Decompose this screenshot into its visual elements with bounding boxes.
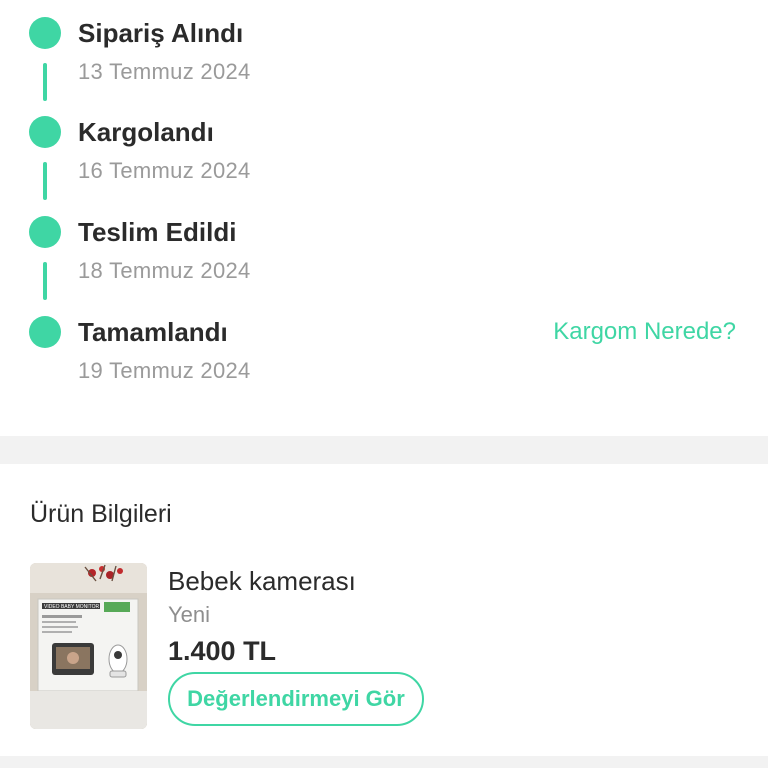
product-condition: Yeni: [168, 602, 211, 627]
track-shipment-link[interactable]: Kargom Nerede?: [553, 316, 736, 348]
product-name: Bebek kamerası: [168, 566, 356, 596]
product-section-title: Ürün Bilgileri: [30, 500, 172, 528]
status-date-ordered: 13 Temmuz 2024: [78, 59, 251, 84]
status-title-ordered: Sipariş Alındı: [78, 18, 244, 48]
status-date-completed: 19 Temmuz 2024: [78, 358, 251, 383]
section-divider: [0, 436, 768, 464]
status-date-delivered: 18 Temmuz 2024: [78, 258, 251, 283]
status-title-shipped: Kargolandı: [78, 117, 214, 147]
status-title-completed: Tamamlandı: [78, 317, 228, 347]
section-divider: [0, 756, 768, 768]
timeline-connector: [43, 262, 47, 300]
baby-monitor-image: VIDEO BABY MONITOR: [30, 563, 147, 729]
timeline-connector: [43, 162, 47, 200]
view-review-button[interactable]: Değerlendirmeyi Gör: [168, 672, 424, 726]
status-dot-ordered: [29, 17, 61, 49]
product-thumbnail[interactable]: VIDEO BABY MONITOR: [30, 563, 147, 729]
status-dot-completed: [29, 316, 61, 348]
timeline-connector: [43, 63, 47, 101]
box-text: VIDEO BABY MONITOR: [44, 604, 99, 610]
status-dot-shipped: [29, 116, 61, 148]
status-dot-delivered: [29, 216, 61, 248]
product-price: 1.400 TL: [168, 636, 277, 666]
order-status-timeline: Sipariş Alındı 13 Temmuz 2024 Kargolandı…: [0, 0, 768, 436]
status-title-delivered: Teslim Edildi: [78, 217, 237, 247]
status-date-shipped: 16 Temmuz 2024: [78, 158, 251, 183]
